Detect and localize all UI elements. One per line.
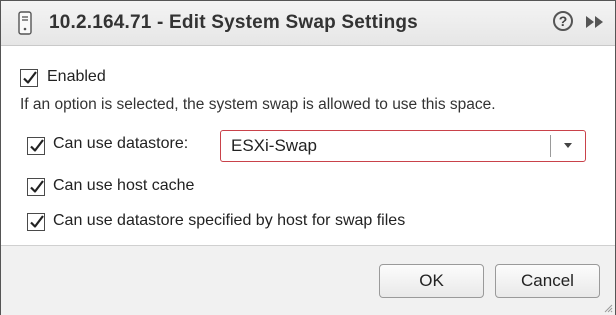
checkmark-icon	[30, 215, 44, 228]
dialog-titlebar: 10.2.164.71 - Edit System Swap Settings …	[1, 1, 615, 46]
enabled-checkbox[interactable]	[20, 69, 38, 87]
cancel-button[interactable]: Cancel	[495, 264, 600, 298]
host-icon	[18, 11, 32, 35]
dialog-footer: OK Cancel	[1, 245, 615, 315]
info-text: If an option is selected, the system swa…	[20, 96, 496, 113]
enabled-label: Enabled	[47, 68, 106, 85]
datastore-select[interactable]: ESXi-Swap	[220, 130, 586, 162]
datastore-select-value: ESXi-Swap	[231, 136, 317, 155]
checkmark-icon	[30, 139, 44, 152]
checkmark-icon	[30, 180, 44, 193]
chevron-down-icon[interactable]	[564, 143, 572, 148]
edit-swap-dialog: 10.2.164.71 - Edit System Swap Settings …	[0, 0, 616, 315]
checkmark-icon	[23, 71, 37, 84]
datastore-checkbox[interactable]	[27, 137, 45, 155]
select-divider	[550, 135, 551, 157]
host-cache-checkbox[interactable]	[27, 178, 45, 196]
host-specified-checkbox[interactable]	[27, 213, 45, 231]
help-icon[interactable]: ?	[553, 11, 573, 31]
resize-grip-icon[interactable]	[603, 303, 613, 313]
ok-button[interactable]: OK	[379, 264, 484, 298]
datastore-label: Can use datastore:	[53, 135, 189, 152]
host-specified-label: Can use datastore specified by host for …	[53, 212, 406, 229]
host-cache-label: Can use host cache	[53, 177, 195, 194]
dialog-title: 10.2.164.71 - Edit System Swap Settings	[49, 12, 418, 33]
expand-icon[interactable]	[584, 14, 606, 30]
